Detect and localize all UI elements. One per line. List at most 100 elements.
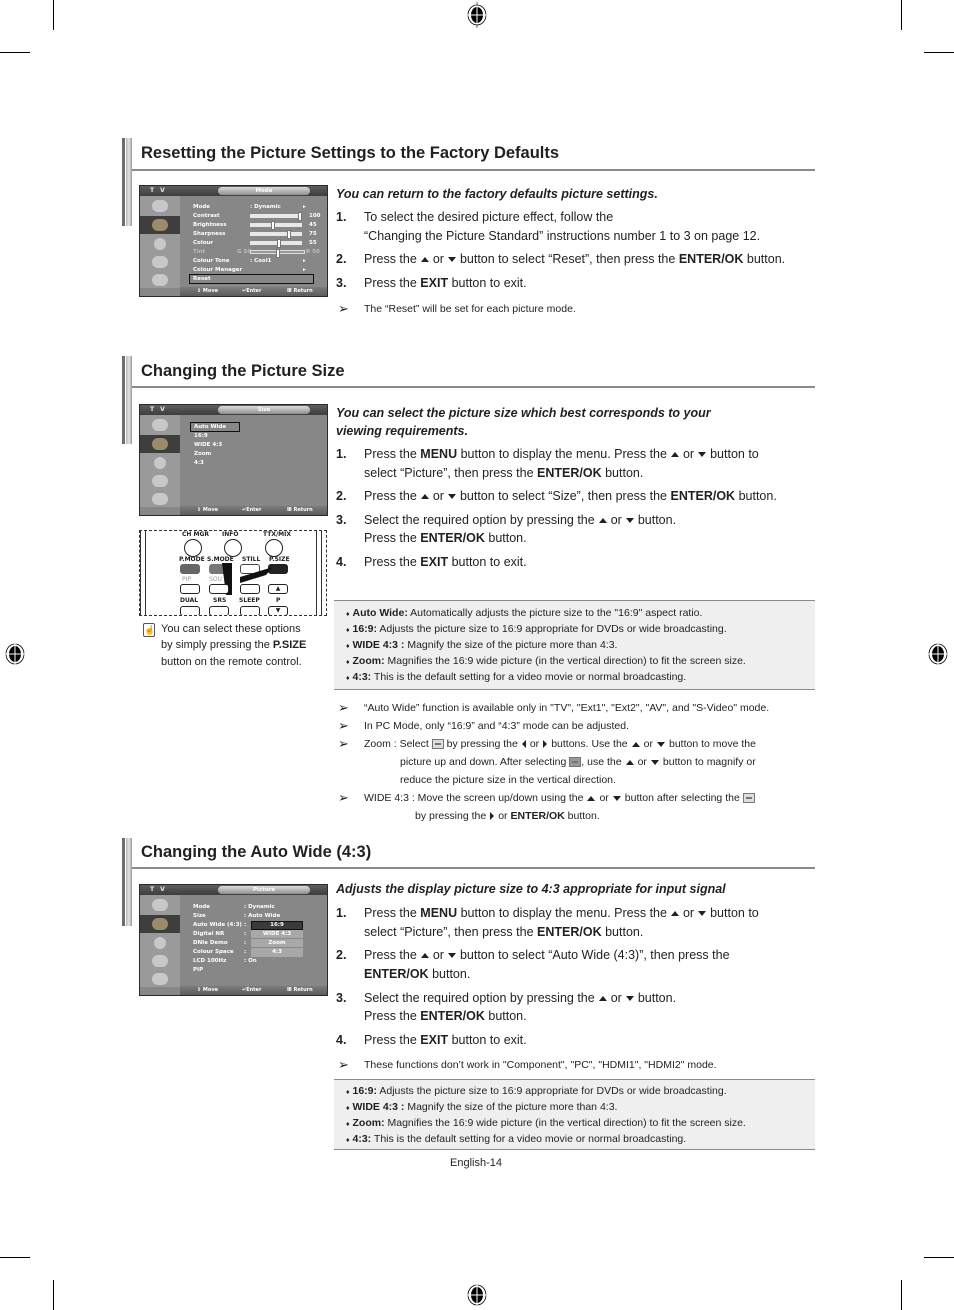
chevron-right-icon: ▸ xyxy=(303,204,306,210)
step: 1. To select the desired picture effect,… xyxy=(336,208,806,244)
remote-label: INFO xyxy=(222,531,239,538)
dual-button xyxy=(180,606,200,615)
channel-up-button: ▲ xyxy=(268,584,288,594)
osd-option: 16:9 xyxy=(194,433,208,439)
osd-row-label: Colour xyxy=(193,240,214,246)
picture-icon xyxy=(152,438,168,450)
osd-footer: ⇕ Move ↵Enter Ⅲ Return xyxy=(180,986,327,995)
step-text: Press the xyxy=(364,1009,417,1023)
osd-row-label: Colour Manager xyxy=(193,267,243,273)
step-text: button to exit. xyxy=(451,555,527,569)
osd-row-value: : xyxy=(244,922,247,928)
ch-mgr-button xyxy=(184,539,202,557)
bullet-icon: ♦ xyxy=(346,1105,350,1112)
step-text: Press the xyxy=(364,531,417,545)
step: 4. Press the EXIT button to exit. xyxy=(336,553,806,571)
info-term: WIDE 4:3 : xyxy=(352,1101,405,1113)
osd-slider-contrast xyxy=(250,212,302,221)
step-text: select “Picture”, then press the xyxy=(364,925,534,939)
up-arrow-icon xyxy=(420,953,429,959)
info-term: 4:3: xyxy=(352,671,372,683)
osd-row-label: Mode xyxy=(193,204,210,210)
osd-row-label: Sharpness xyxy=(193,231,226,237)
step-number: 3. xyxy=(336,513,347,527)
step-text: or xyxy=(682,447,695,461)
step-text: or xyxy=(432,252,444,266)
crop-mark xyxy=(53,0,54,30)
osd-sidebar xyxy=(140,895,180,987)
info-term: Auto Wide: xyxy=(352,607,408,619)
note-text: buttons. Use the xyxy=(551,738,628,750)
channel-icon xyxy=(152,256,168,268)
step-text: button. xyxy=(432,967,471,981)
remote-label: P.MODE xyxy=(179,556,205,563)
step-text: Select the required option by pressing t… xyxy=(364,991,595,1005)
osd-row-value: : Dynamic xyxy=(244,904,275,910)
picture-icon xyxy=(152,918,168,930)
note-text: “Auto Wide” function is available only i… xyxy=(364,702,770,714)
osd-footer-return: Ⅲ Return xyxy=(287,507,313,513)
screen-position-icon xyxy=(742,793,755,804)
crop-mark xyxy=(901,0,902,30)
note-text: or xyxy=(599,792,609,804)
osd-row-label: LCD 100Hz xyxy=(193,958,227,964)
note: ➢ Zoom : Select by pressing the or buttons… xyxy=(338,735,808,789)
info-term: 16:9: xyxy=(352,623,378,635)
step-text: button. xyxy=(746,252,786,266)
info-term: 16:9: xyxy=(352,1085,378,1097)
osd-tv-label: T V xyxy=(150,406,167,413)
osd-footer: ⇕ Move ↵Enter Ⅲ Return xyxy=(180,287,327,296)
step-text: or xyxy=(610,513,622,527)
section-bar xyxy=(122,138,132,226)
note-arrow-icon: ➢ xyxy=(338,700,349,715)
setup-icon xyxy=(152,493,168,505)
step: 2. Press the or button to select “Size”, t… xyxy=(336,487,806,505)
step-number: 4. xyxy=(336,1033,347,1047)
osd-footer-enter: ↵Enter xyxy=(242,507,262,513)
left-arrow-icon xyxy=(521,740,526,749)
osd-row-value: : xyxy=(244,940,247,946)
key-name: ENTER/OK xyxy=(678,252,744,266)
up-arrow-icon xyxy=(631,741,640,747)
osd-footer-move: ⇕ Move xyxy=(197,507,218,513)
step-text: button. xyxy=(637,513,677,527)
osd-slider-colour xyxy=(250,239,302,248)
key-name: ENTER/OK xyxy=(510,810,565,822)
step-text: Press the xyxy=(364,555,417,569)
step-text: button to select “Size”, then press the xyxy=(459,489,667,503)
up-arrow-icon xyxy=(598,518,607,524)
note-text: , use the xyxy=(581,756,622,768)
info-desc: Magnifies the 16:9 wide picture (in the … xyxy=(387,655,746,667)
step-text: or xyxy=(610,991,622,1005)
osd-footer-return: Ⅲ Return xyxy=(287,987,313,993)
sound-button xyxy=(209,584,229,594)
osd-option: 4:3 xyxy=(194,460,204,466)
crop-mark xyxy=(53,1280,54,1310)
intro-line: You can select the picture size which be… xyxy=(336,406,711,420)
step-number: 1. xyxy=(336,906,347,920)
note-text: reduce the picture size in the vertical … xyxy=(400,774,616,786)
step-text: Press the xyxy=(364,1033,417,1047)
bullet-icon: ♦ xyxy=(346,1089,350,1096)
osd-tint-right: R 50 xyxy=(306,249,320,255)
osd-row-value: : xyxy=(244,931,247,937)
up-arrow-icon xyxy=(587,795,596,801)
step: 2. Press the or button to select “Auto Wid… xyxy=(336,946,806,982)
osd-option: WIDE 4:3 xyxy=(194,442,223,448)
osd-row-label: Brightness xyxy=(193,222,227,228)
osd-dropdown-option-selected: 16:9 xyxy=(251,921,303,930)
step-text: button. xyxy=(637,991,677,1005)
step-text: or xyxy=(432,489,444,503)
down-arrow-icon xyxy=(612,795,621,801)
crop-mark xyxy=(924,1257,954,1258)
remote-label: P xyxy=(276,597,281,604)
up-arrow-icon xyxy=(420,257,429,263)
zoom-size-icon xyxy=(569,757,582,768)
info-desc: Magnify the size of the picture more tha… xyxy=(407,1101,618,1113)
step-text: or xyxy=(432,948,444,962)
key-name: ENTER/OK xyxy=(364,967,429,981)
section-intro: Adjusts the display picture size to 4:3 … xyxy=(336,882,726,896)
swap-button xyxy=(240,584,260,594)
chevron-right-icon: ▸ xyxy=(303,258,306,264)
step-number: 4. xyxy=(336,555,347,569)
